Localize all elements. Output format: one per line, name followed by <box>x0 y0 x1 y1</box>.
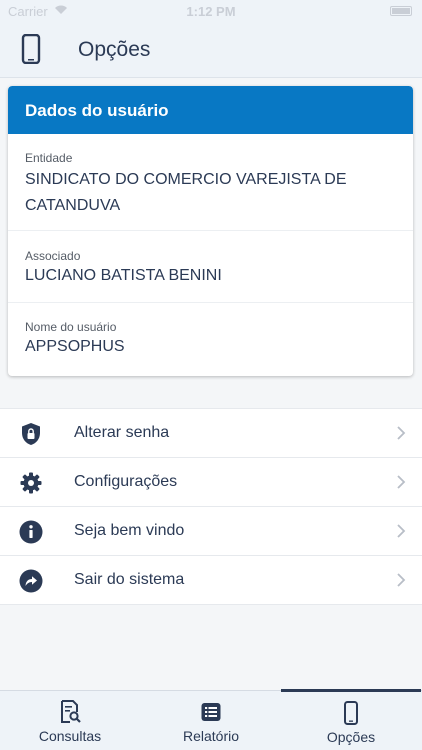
tab-relatorio[interactable]: Relatório <box>141 691 281 750</box>
user-data-card: Dados do usuário Entidade SINDICATO DO C… <box>8 86 413 376</box>
menu-item-seja-bem-vindo[interactable]: Seja bem vindo <box>0 507 422 556</box>
chevron-right-icon <box>396 573 406 587</box>
battery-icon <box>390 6 412 16</box>
share-arrow-icon <box>19 569 43 593</box>
menu-item-alterar-senha[interactable]: Alterar senha <box>0 409 422 458</box>
field-label: Nome do usuário <box>25 320 117 334</box>
document-search-icon <box>59 700 81 724</box>
top-navbar: Opções <box>0 22 422 78</box>
info-icon <box>19 520 43 544</box>
menu-item-configuracoes[interactable]: Configurações <box>0 458 422 507</box>
chevron-right-icon <box>396 475 406 489</box>
menu-item-label: Sair do sistema <box>74 571 185 588</box>
menu-item-label: Alterar senha <box>74 424 170 441</box>
tab-label: Consultas <box>38 728 102 744</box>
tab-opcoes[interactable]: Opções <box>281 689 421 749</box>
chevron-right-icon <box>396 426 406 440</box>
tab-label: Relatório <box>182 728 240 744</box>
menu-item-label: Configurações <box>74 473 178 490</box>
options-menu: Alterar senha Configurações Seja bem vin… <box>0 408 422 605</box>
gear-icon <box>19 471 43 495</box>
phone-icon <box>340 701 362 725</box>
field-label: Associado <box>25 249 81 263</box>
menu-item-sair-do-sistema[interactable]: Sair do sistema <box>0 556 422 605</box>
menu-item-label: Seja bem vindo <box>74 522 185 539</box>
bottom-tab-bar: Consultas Relatório Opções <box>0 689 422 750</box>
field-value: APPSOPHUS <box>25 338 125 355</box>
field-nome-usuario: Nome do usuário APPSOPHUS <box>8 303 413 375</box>
page-title: Opções <box>78 38 151 61</box>
field-associado: Associado LUCIANO BATISTA BENINI <box>8 231 413 303</box>
status-bar: Carrier 1:12 PM <box>0 0 422 22</box>
tab-consultas[interactable]: Consultas <box>0 691 140 750</box>
field-value: SINDICATO DO COMERCIO VAREJISTA DE CATAN… <box>25 171 347 214</box>
status-time: 1:12 PM <box>186 4 236 19</box>
card-title: Dados do usuário <box>8 86 413 134</box>
list-icon <box>200 700 222 724</box>
phone-icon <box>20 33 42 65</box>
tab-label: Opções <box>326 729 376 745</box>
shield-lock-icon <box>19 422 43 446</box>
field-entidade: Entidade SINDICATO DO COMERCIO VAREJISTA… <box>8 134 413 231</box>
chevron-right-icon <box>396 524 406 538</box>
field-label: Entidade <box>25 151 73 165</box>
field-value: LUCIANO BATISTA BENINI <box>25 267 222 284</box>
